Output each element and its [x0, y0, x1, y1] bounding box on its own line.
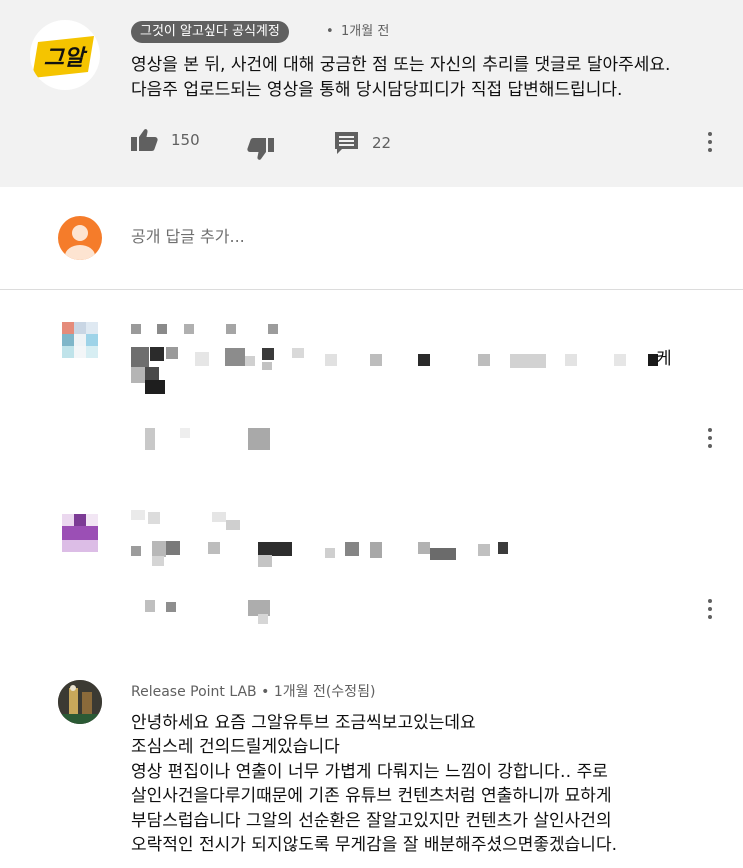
reply-count: 22	[372, 134, 392, 152]
user-avatar-icon	[58, 216, 102, 260]
channel-logo[interactable]: 그알	[30, 20, 100, 90]
author-badge[interactable]: 그것이 알고싶다 공식계정	[131, 21, 289, 43]
comment-line: 영상을 본 뒤, 사건에 대해 궁금한 점 또는 자신의 추리를 댓글로 달아주…	[131, 55, 671, 75]
pinned-comment: 그알 그것이 알고싶다 공식계정 • 1개월 전 영상을 본 뒤, 사건에 대해…	[0, 0, 743, 187]
comment-line: 영상 편집이나 연출이 너무 가볍게 다뤄지는 느낌이 강합니다‥ 주로	[131, 761, 608, 782]
commenter-name[interactable]: Release Point LAB	[131, 684, 257, 700]
more-vert-icon[interactable]	[706, 599, 714, 619]
thumb-down-icon	[247, 138, 274, 160]
reply-button[interactable]: 22	[334, 130, 391, 156]
gal-logo-icon: 그알	[32, 36, 94, 78]
dislike-button[interactable]	[246, 137, 274, 161]
comment-line: 다음주 업로드되는 영상을 통해 당시담당피디가 직접 답변해드립니다.	[131, 80, 623, 100]
comment-line: 안녕하세요 요즘 그알유투브 조금씩보고있는데요	[131, 713, 476, 733]
public-reply-input[interactable]	[131, 227, 531, 246]
pixelated-avatar	[62, 508, 98, 552]
svg-text:그알: 그알	[44, 46, 88, 71]
comment-time: 1개월 전	[341, 24, 390, 39]
comment-line: 조심스레 건의드릴게있습니다	[131, 737, 340, 758]
meta-separator: •	[326, 24, 334, 39]
comment-line: 오락적인 전시가 되지않도록 무게감을 잘 배분해주셨으면좋겠습니다.	[131, 835, 617, 856]
add-reply-row	[0, 187, 743, 289]
like-button[interactable]: 150	[131, 128, 200, 152]
comment-line: 살인사건을다루기때문에 기존 유튜브 컨텐츠처럼 연출하니까 묘하게	[131, 786, 612, 807]
like-count: 150	[171, 131, 200, 149]
meta-separator: •	[261, 684, 274, 700]
visible-text-fragment: 케	[656, 349, 672, 369]
comment-time: 1개월 전(수정됨)	[273, 684, 376, 700]
more-vert-icon[interactable]	[706, 132, 714, 152]
comment-line: 부담스럽습니다 그알의 선순환은 잘알고있지만 컨텐츠가 살인사건의	[131, 810, 612, 831]
thumb-up-icon	[131, 129, 158, 151]
comment-meta: Release Point LAB • 1개월 전(수정됨)	[131, 682, 375, 702]
commenter-avatar[interactable]	[58, 680, 102, 724]
divider	[0, 289, 743, 290]
comment-body: 영상을 본 뒤, 사건에 대해 궁금한 점 또는 자신의 추리를 댓글로 달아주…	[131, 53, 721, 103]
reply-icon	[335, 132, 358, 154]
more-vert-icon[interactable]	[706, 428, 714, 448]
comment-body: 안녕하세요 요즘 그알유투브 조금씩보고있는데요 조심스레 건의드릴게있습니다 …	[131, 711, 731, 857]
pixelated-avatar	[62, 322, 98, 358]
